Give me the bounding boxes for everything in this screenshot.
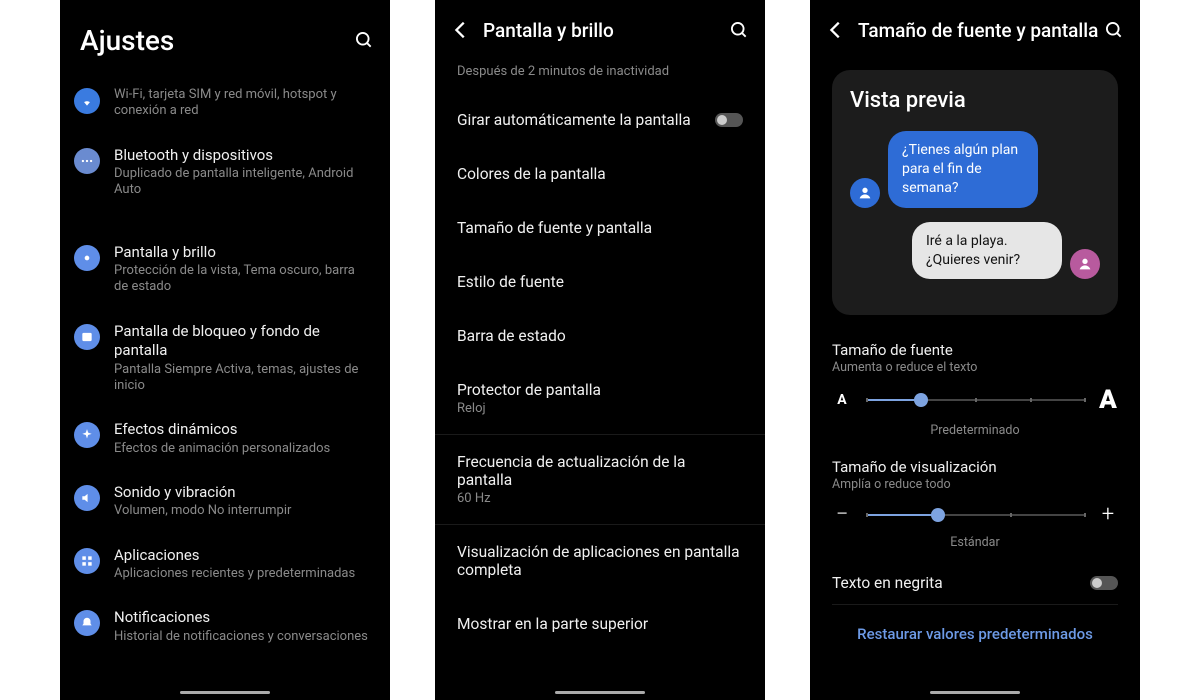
search-icon[interactable] [352,28,376,52]
display-settings-screen: Pantalla y brillo Después de 2 minutos d… [435,0,765,700]
display-size-slider[interactable] [866,514,1084,516]
preview-title: Vista previa [850,88,1100,113]
font-size-section: Tamaño de fuente Aumenta o reduce el tex… [810,333,1140,450]
font-size-slider[interactable] [866,399,1084,401]
row-font-display-size[interactable]: Tamaño de fuente y pantalla [435,201,765,255]
nav-handle[interactable] [930,691,1020,694]
font-size-value: Predeterminado [832,423,1118,438]
display-size-section: Tamaño de visualización Amplía o reduce … [810,450,1140,562]
page-title: Ajustes [74,24,352,57]
dots-icon [74,148,100,174]
row-show-on-top[interactable]: Mostrar en la parte superior [435,597,765,651]
back-icon[interactable] [449,18,473,42]
row-bold-text[interactable]: Texto en negrita [810,562,1140,604]
row-refresh-rate[interactable]: Frecuencia de actualización de la pantal… [435,435,765,524]
large-a-icon: A [1098,385,1118,415]
font-size-content: Vista previa ¿Tienes algún plan para el … [810,60,1140,700]
row-auto-rotate[interactable]: Girar automáticamente la pantalla [435,93,765,147]
list-item-display[interactable]: Pantalla y brillo Protección de la vista… [60,231,390,310]
list-item-bluetooth[interactable]: Bluetooth y dispositivos Duplicado de pa… [60,134,390,213]
plus-icon[interactable]: + [1098,502,1118,527]
row-screen-colors[interactable]: Colores de la pantalla [435,147,765,201]
sun-icon [74,245,100,271]
toggle-auto-rotate[interactable] [715,113,743,127]
nav-handle[interactable] [555,691,645,694]
chat-bubble: Iré a la playa. ¿Quieres venir? [912,222,1062,280]
settings-root-screen: Ajustes Wi-Fi, tarjeta SIM y red móvil, … [60,0,390,700]
page-title: Tamaño de fuente y pantalla [848,19,1102,42]
chat-message-outgoing: Iré a la playa. ¿Quieres venir? [850,222,1100,280]
list-item-effects[interactable]: Efectos dinámicos Efectos de animación p… [60,408,390,471]
bell-icon [74,610,100,636]
settings-list: Después de 2 minutos de inactividad Gira… [435,60,765,700]
back-icon[interactable] [824,18,848,42]
row-screensaver[interactable]: Protector de pantalla Reloj [435,363,765,434]
header: Pantalla y brillo [435,0,765,60]
minus-icon[interactable]: − [832,502,852,527]
toggle-bold-text[interactable] [1090,576,1118,590]
list-item-sound[interactable]: Sonido y vibración Volumen, modo No inte… [60,471,390,534]
row-font-style[interactable]: Estilo de fuente [435,255,765,309]
row-fullscreen-apps[interactable]: Visualización de aplicaciones en pantall… [435,525,765,597]
list-item-connections[interactable]: Wi-Fi, tarjeta SIM y red móvil, hotspot … [60,80,390,134]
font-size-screen: Tamaño de fuente y pantalla Vista previa… [810,0,1140,700]
header: Tamaño de fuente y pantalla [810,0,1140,60]
speaker-icon [74,485,100,511]
list-item-apps[interactable]: Aplicaciones Aplicaciones recientes y pr… [60,534,390,597]
settings-list: Wi-Fi, tarjeta SIM y red móvil, hotspot … [60,80,390,700]
nav-handle[interactable] [180,691,270,694]
small-a-icon: A [832,392,852,408]
search-icon[interactable] [1102,18,1126,42]
chat-bubble: ¿Tienes algún plan para el fin de semana… [888,131,1038,208]
row-status-bar[interactable]: Barra de estado [435,309,765,363]
grid-icon [74,548,100,574]
header: Ajustes [60,0,390,80]
page-title: Pantalla y brillo [473,19,727,42]
sparkle-icon [74,422,100,448]
search-icon[interactable] [727,18,751,42]
list-item-lockscreen[interactable]: Pantalla de bloqueo y fondo de pantalla … [60,310,390,409]
timeout-desc: Después de 2 minutos de inactividad [457,64,743,79]
reset-defaults-button[interactable]: Restaurar valores predeterminados [810,605,1140,657]
preview-card: Vista previa ¿Tienes algún plan para el … [832,70,1118,315]
display-size-value: Estándar [832,535,1118,550]
avatar-icon [850,178,880,208]
list-item-notifications[interactable]: Notificaciones Historial de notificacion… [60,596,390,659]
wifi-icon [74,88,100,114]
chat-message-incoming: ¿Tienes algún plan para el fin de semana… [850,131,1100,208]
image-icon [74,324,100,350]
avatar-icon [1070,249,1100,279]
